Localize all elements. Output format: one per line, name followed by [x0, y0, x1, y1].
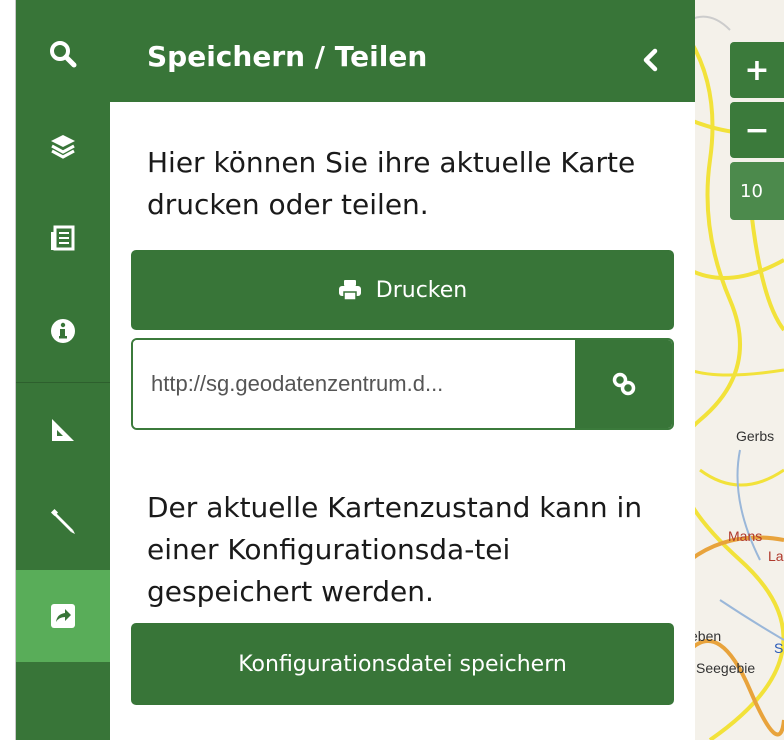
pencil-icon [50, 508, 75, 534]
printer-icon [338, 280, 361, 301]
sidebar-item-measure[interactable] [16, 384, 110, 476]
window-edge [0, 0, 16, 740]
zoom-level-display: 10 [730, 162, 784, 220]
sidebar-item-info[interactable] [16, 285, 110, 377]
search-icon [50, 41, 77, 68]
sidebar-item-search[interactable] [16, 8, 110, 100]
zoom-out-button[interactable]: − [730, 102, 784, 158]
map-label-la: La [768, 548, 784, 564]
sidebar-item-draw[interactable] [16, 476, 110, 568]
sidebar-item-share[interactable] [16, 570, 110, 662]
print-button-label: Drucken [375, 277, 468, 303]
measure-icon [52, 419, 74, 441]
share-url-input[interactable] [133, 340, 575, 428]
share-url-group [131, 338, 674, 430]
collapse-panel-button[interactable] [635, 42, 665, 78]
link-icon [612, 372, 635, 396]
panel-header: Speichern / Teilen [110, 0, 695, 102]
map-label-seegebiet: Seegebie [696, 660, 756, 676]
zoom-in-button[interactable]: + [730, 42, 784, 98]
info-icon [51, 319, 75, 343]
config-description: Der aktuelle Kartenzustand kann in einer… [147, 491, 643, 608]
layers-icon [51, 135, 75, 159]
map-label-s: S [774, 640, 784, 656]
sidebar-item-layers[interactable] [16, 100, 110, 192]
chevron-left-icon [643, 48, 658, 72]
print-share-description: Hier können Sie ihre aktuelle Karte druc… [147, 146, 636, 221]
icon-sidebar [16, 0, 110, 740]
map-label-mans: Mans [728, 528, 763, 544]
sidebar-divider [16, 382, 110, 383]
panel-title: Speichern / Teilen [147, 40, 428, 73]
share-panel: Speichern / Teilen Hier können Sie ihre … [110, 0, 695, 740]
save-config-button[interactable]: Konfigurationsdatei speichern [131, 623, 674, 705]
share-icon [51, 604, 75, 628]
sidebar-item-legend[interactable] [16, 192, 110, 284]
print-button[interactable]: Drucken [131, 250, 674, 330]
map-label-gerbs: Gerbs [736, 428, 775, 444]
copy-link-button[interactable] [575, 340, 672, 428]
legend-icon [51, 225, 75, 251]
